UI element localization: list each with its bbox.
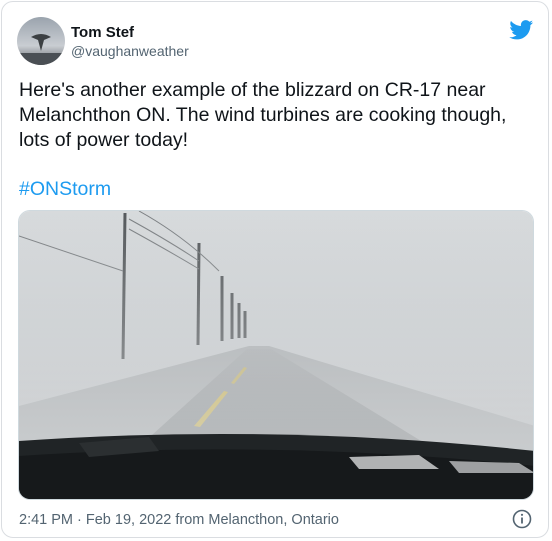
- tweet-text: Here's another example of the blizzard o…: [19, 79, 507, 151]
- avatar[interactable]: [17, 17, 65, 65]
- twitter-bird-icon[interactable]: [509, 20, 534, 40]
- author-handle[interactable]: @vaughanweather: [71, 42, 189, 61]
- tweet-media-image[interactable]: [18, 210, 534, 500]
- hashtag-link[interactable]: #ONStorm: [19, 177, 111, 202]
- tweet-card: Tom Stef @vaughanweather Here's another …: [1, 1, 549, 538]
- author-display-name[interactable]: Tom Stef: [71, 23, 189, 42]
- info-icon[interactable]: [512, 509, 532, 529]
- tweet-timestamp[interactable]: 2:41 PM · Feb 19, 2022 from Melancthon, …: [19, 511, 339, 529]
